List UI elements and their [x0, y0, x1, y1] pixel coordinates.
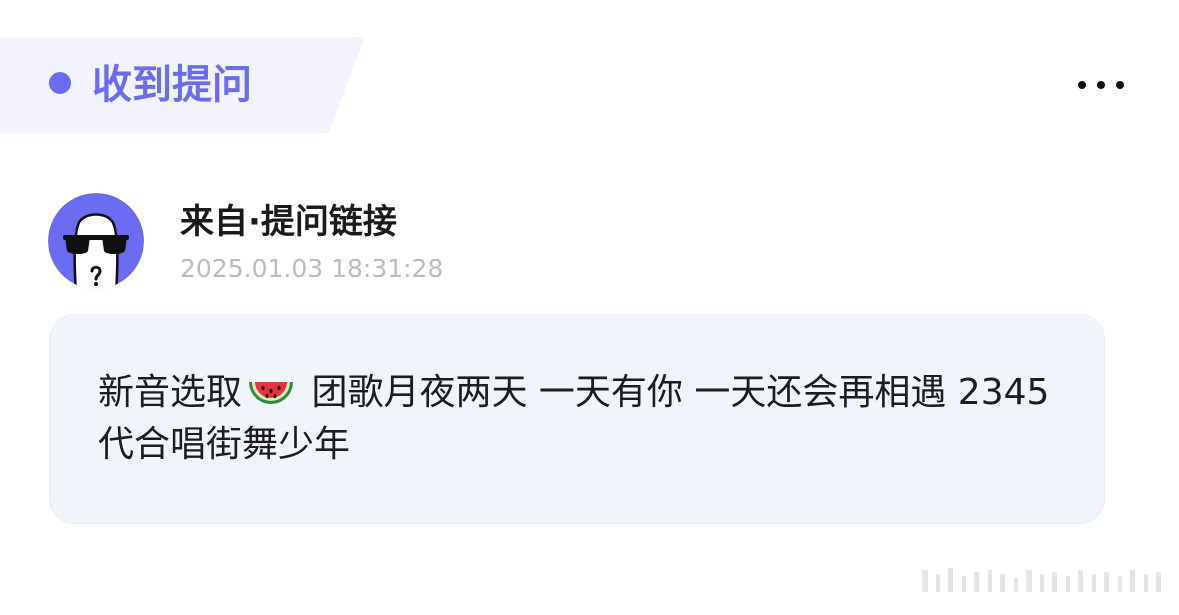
page-title: 收到提问	[92, 62, 252, 108]
more-dot-icon	[1116, 81, 1124, 89]
more-options-button[interactable]	[1078, 72, 1124, 98]
question-text: 新音选取 团歌月夜两天 一天有你 一天还会再相遇 2345代合唱街舞少年	[98, 367, 1058, 471]
timestamp: 2025.01.03 18:31:28	[180, 254, 444, 283]
avatar	[48, 193, 144, 289]
anonymous-avatar-icon	[48, 193, 144, 289]
watermelon-icon	[249, 382, 294, 404]
question-text-part-1: 新音选取	[98, 372, 243, 413]
more-dot-icon	[1097, 81, 1105, 89]
question-card: 新音选取 团歌月夜两天 一天有你 一天还会再相遇 2345代合唱街舞少年	[49, 314, 1105, 524]
watermark-icon	[922, 568, 1161, 592]
header-dot-icon	[49, 72, 71, 94]
sender-name: 来自·提问链接	[180, 202, 397, 242]
more-dot-icon	[1078, 81, 1086, 89]
